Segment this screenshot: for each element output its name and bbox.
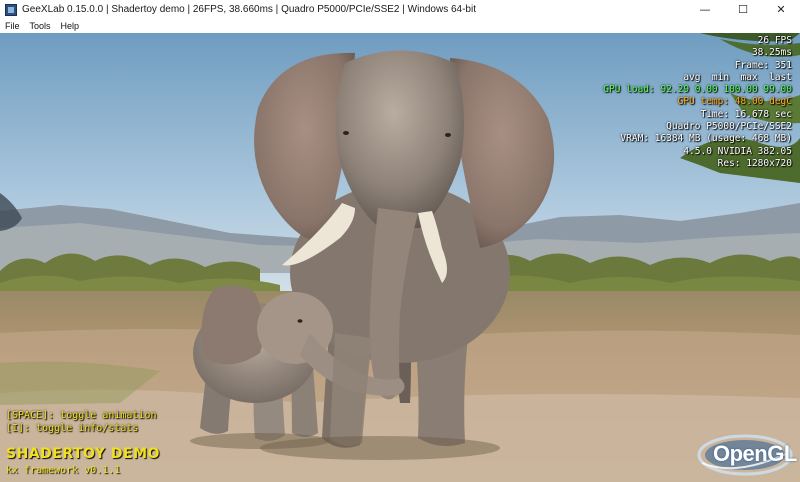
opengl-logo: OpenGL (696, 433, 797, 477)
demo-subtitle: kx framework v0.1.1 (6, 465, 121, 476)
minimize-button[interactable]: — (686, 0, 724, 19)
help-toggle-info: [I]: toggle info/stats (6, 422, 139, 434)
frame-counter: Frame: 351 (734, 59, 792, 71)
demo-title: SHADERTOY DEMO (6, 446, 160, 462)
render-viewport[interactable]: 26 FPS 38.25ms Frame: 351 avg min max last G… (0, 33, 800, 482)
menu-bar: File Tools Help (0, 19, 800, 33)
window-title: GeeXLab 0.15.0.0 | Shadertoy demo | 26FP… (22, 4, 476, 15)
help-toggle-animation: [SPACE]: toggle animation (6, 410, 157, 421)
driver-version: 4.5.0 NVIDIA 382.05 (683, 145, 792, 157)
frame-time-readout: 38.25ms (751, 47, 792, 59)
window-controls: — ☐ ✕ (686, 0, 800, 19)
gpu-name: Quadro P5000/PCIe/SSE2 (666, 121, 792, 133)
resolution-readout: Res: 1280x720 (717, 157, 792, 169)
opengl-logo-text: OpenGL (713, 441, 797, 466)
close-button[interactable]: ✕ (762, 0, 800, 19)
menu-file[interactable]: File (0, 21, 25, 31)
gpu-temp-readout: GPU temp: 48.00 degC (677, 96, 792, 108)
vram-readout: VRAM: 16384 MB (usage: 468 MB) (620, 133, 792, 145)
title-bar[interactable]: GeeXLab 0.15.0.0 | Shadertoy demo | 26FP… (0, 0, 800, 19)
time-readout: Time: 16.678 sec (700, 108, 792, 120)
help-overlay: [SPACE]: toggle animation [I]: toggle inf… (6, 410, 157, 435)
menu-tools[interactable]: Tools (25, 21, 56, 31)
app-window: GeeXLab 0.15.0.0 | Shadertoy demo | 26FP… (0, 0, 800, 482)
gpu-load-readout: GPU load: 92.29 0.00 100.00 99.00 (603, 84, 792, 96)
stats-header: avg min max last (683, 71, 792, 83)
fps-readout: 26 FPS (757, 35, 792, 46)
menu-help[interactable]: Help (56, 21, 85, 31)
maximize-button[interactable]: ☐ (724, 0, 762, 19)
geexlab-app-icon[interactable] (5, 3, 17, 16)
stats-overlay: 26 FPS 38.25ms Frame: 351 avg min max last G… (603, 35, 792, 170)
